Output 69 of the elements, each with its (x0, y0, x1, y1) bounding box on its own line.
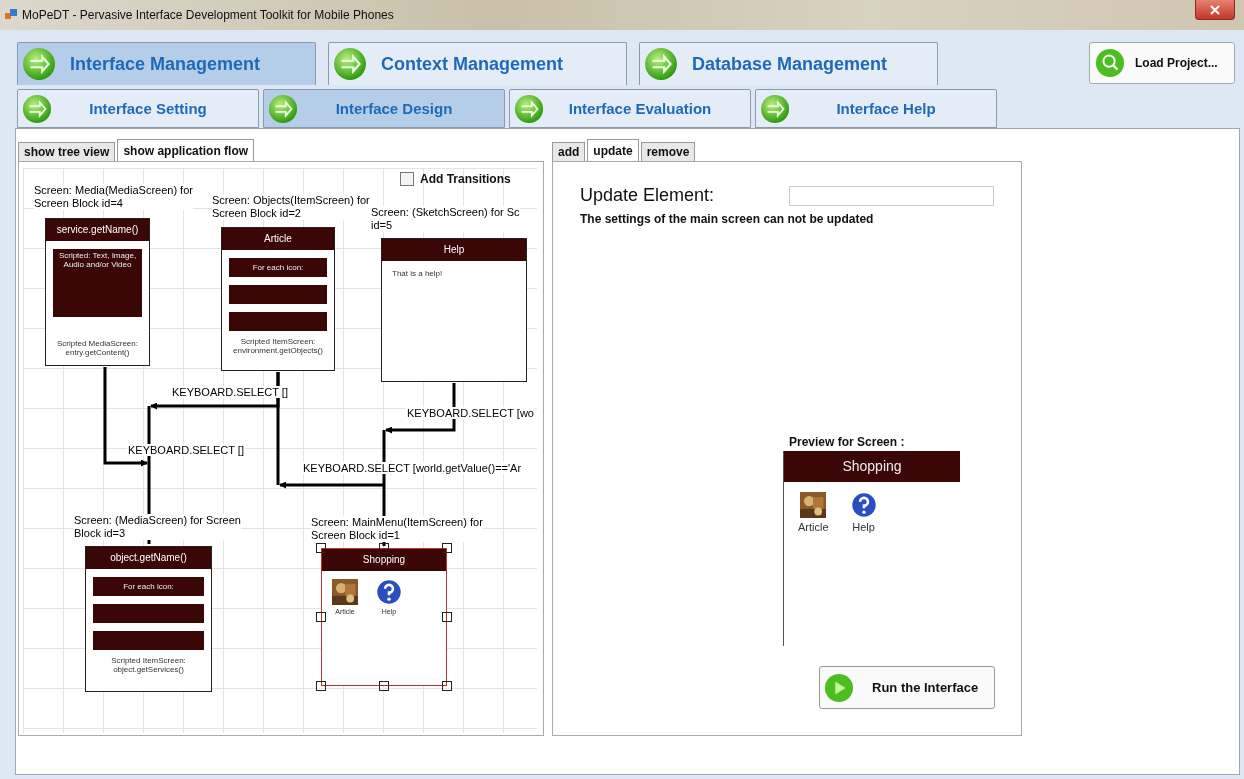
preview-label: Preview for Screen : (789, 435, 906, 449)
run-button[interactable]: Run the Interface (819, 666, 995, 709)
transition-label: KEYBOARD.SELECT [world.getValue()=='Ar (302, 462, 523, 474)
screen-header: Help (382, 239, 526, 261)
tab[interactable]: show tree view (18, 142, 116, 161)
item-row: For each icon: (93, 577, 204, 596)
screen-header: Shopping (784, 451, 960, 482)
checkbox-label: Add Transitions (420, 172, 511, 186)
icon-label: Article (798, 521, 829, 533)
screen-header: Article (222, 228, 334, 250)
screen-node[interactable]: service.getName() Scripted: Text, Image, Audio and/or Video Scripted MediaScreen: entry.getContent() (45, 218, 150, 366)
message: The settings of the main screen can not be updated (580, 212, 875, 226)
resize-handle[interactable] (442, 612, 452, 622)
transition-label: KEYBOARD.SELECT [] (127, 444, 245, 456)
resize-handle[interactable] (316, 543, 326, 553)
screen-node[interactable]: Help That is a help! (381, 238, 527, 382)
tab[interactable]: Context Management (328, 42, 627, 85)
help-icon (376, 579, 402, 605)
screen-caption: Screen: Media(MediaScreen) for Screen Block id=4 (34, 184, 193, 210)
screen-caption: Screen: (MediaScreen) for Screen Block id=3 (74, 514, 241, 540)
resize-handle[interactable] (316, 612, 326, 622)
arrow-circle-icon (333, 47, 367, 81)
play-icon (824, 672, 854, 703)
tab[interactable]: Interface Help (755, 89, 997, 128)
checkbox[interactable] (400, 172, 414, 186)
search-icon (1095, 48, 1125, 78)
resize-handle[interactable] (379, 543, 389, 553)
screen-header: service.getName() (46, 219, 149, 241)
screen-caption: Screen: Objects(ItemScreen) for Screen Block id=2 (212, 194, 370, 220)
transition-label: KEYBOARD.SELECT [wo (406, 407, 535, 419)
close-icon (1210, 4, 1220, 15)
tab[interactable]: show application flow (117, 139, 255, 161)
app-icon (4, 8, 18, 22)
arrow-circle-icon (514, 93, 544, 124)
screen-node[interactable]: object.getName() For each icon: Scripted ItemScreen: object.getServices() (85, 546, 212, 692)
tab[interactable]: Interface Setting (17, 89, 259, 128)
screen-footer: Scripted ItemScreen: object.getServices() (86, 656, 211, 674)
transition-label: KEYBOARD.SELECT [] (171, 386, 289, 398)
screen-header: Shopping (322, 549, 446, 571)
screen-text: That is a help! (391, 268, 444, 280)
screen-header: object.getName() (86, 547, 211, 569)
arrow-circle-icon (22, 47, 56, 81)
tab[interactable]: update (587, 139, 639, 161)
screen-caption: Screen: MainMenu(ItemScreen) for Screen Block id=1 (311, 516, 483, 542)
load-project-button[interactable]: Load Project... (1089, 42, 1235, 84)
screen-footer: Scripted ItemScreen: environment.getObjects() (222, 337, 334, 355)
tab[interactable]: Database Management (639, 42, 938, 85)
resize-handle[interactable] (442, 681, 452, 691)
field-label: Update Element: (580, 185, 716, 206)
arrow-circle-icon (22, 93, 52, 124)
input-field[interactable] (789, 185, 994, 206)
resize-handle[interactable] (316, 681, 326, 691)
item-row: For each icon: (229, 258, 327, 277)
media-block: Scripted: Text, Image, Audio and/or Video (53, 249, 142, 317)
tab[interactable]: remove (640, 142, 696, 161)
arrow-circle-icon (760, 93, 790, 124)
close-button[interactable] (1195, 0, 1235, 20)
arrow-circle-icon (268, 93, 298, 124)
icon-label: Help (852, 521, 875, 533)
help-icon (850, 492, 877, 518)
screen-node[interactable]: Article For each icon: Scripted ItemScreen: environment.getObjects() (221, 227, 335, 371)
screen-caption: Screen: (SketchScreen) for Sc id=5 (371, 206, 520, 232)
arrow-circle-icon (644, 47, 678, 81)
screen-footer: Scripted MediaScreen: entry.getContent() (46, 339, 149, 357)
tab[interactable]: add (552, 142, 586, 161)
resize-handle[interactable] (379, 681, 389, 691)
tab[interactable]: Interface Evaluation (509, 89, 751, 128)
window-title: MoPeDT - Pervasive Interface Development Toolkit for Mobile Phones (22, 8, 394, 22)
resize-handle[interactable] (442, 543, 452, 553)
